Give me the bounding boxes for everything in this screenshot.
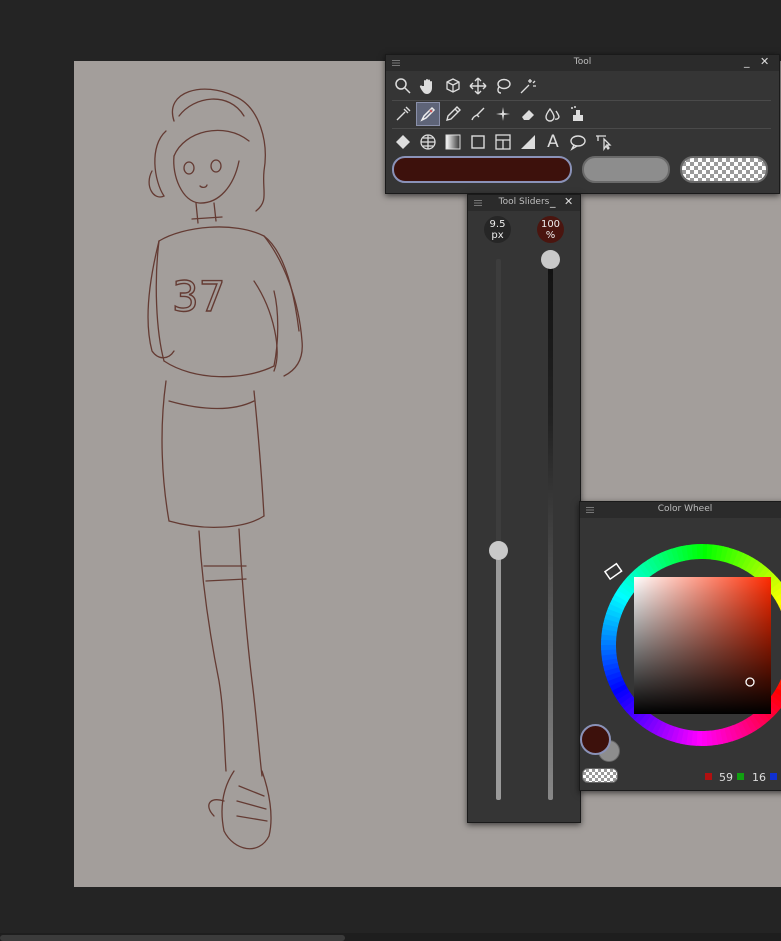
operation-icon[interactable]: [592, 131, 614, 153]
brush-size-slider-thumb[interactable]: [489, 541, 508, 560]
minimize-button[interactable]: _: [744, 56, 750, 68]
tool-sliders-titlebar[interactable]: Tool Sliders _ ✕: [468, 195, 580, 211]
hue-ring-segment: [601, 644, 617, 651]
brush-size-unit: px: [491, 229, 504, 241]
opacity-unit: %: [545, 229, 556, 241]
divider: [392, 128, 771, 129]
close-button[interactable]: ✕: [760, 56, 769, 68]
blend-icon[interactable]: [542, 103, 564, 125]
red-channel-icon: [705, 773, 712, 780]
saturation-value-shade: [634, 577, 771, 714]
minimize-button[interactable]: _: [550, 196, 556, 208]
ruler-icon[interactable]: [517, 131, 539, 153]
transparent-color-indicator[interactable]: [582, 768, 618, 783]
rectangle-icon[interactable]: [467, 131, 489, 153]
green-channel-icon: [737, 773, 744, 780]
magic-wand-icon[interactable]: [517, 75, 539, 97]
hand-icon[interactable]: [417, 75, 439, 97]
zoom-icon[interactable]: [392, 75, 414, 97]
pencil-icon[interactable]: [442, 103, 464, 125]
tool-palette-titlebar[interactable]: Tool _ ✕: [386, 55, 779, 71]
fill-icon[interactable]: [392, 131, 414, 153]
opacity-slider-thumb[interactable]: [541, 250, 560, 269]
opacity-slider-track[interactable]: [548, 259, 553, 800]
green-value: 16: [752, 771, 766, 784]
airbrush-icon[interactable]: [492, 103, 514, 125]
character-sketch: 37: [147, 88, 303, 850]
hue-ring-segment: [701, 730, 708, 746]
color-wheel-title: Color Wheel: [657, 504, 713, 514]
pen-icon[interactable]: [416, 102, 440, 126]
main-color-swatch[interactable]: [392, 156, 572, 183]
horizontal-scrollbar-thumb[interactable]: [0, 935, 345, 941]
brush-size-slider-fill: [496, 550, 501, 800]
red-value: 59: [719, 771, 733, 784]
gradient-icon[interactable]: [442, 131, 464, 153]
brush-size-badge: 9.5 px: [484, 216, 511, 243]
balloon-icon[interactable]: [567, 131, 589, 153]
text-tool-glyph: A: [547, 132, 559, 152]
lasso-icon[interactable]: [492, 75, 514, 97]
color-wheel[interactable]: [580, 520, 781, 770]
divider: [392, 100, 771, 101]
eyedropper-icon[interactable]: [392, 103, 414, 125]
hue-ring-segment: [696, 544, 703, 560]
text-icon[interactable]: A: [542, 131, 564, 153]
frame-icon[interactable]: [492, 131, 514, 153]
tool-palette: Tool _ ✕ A: [385, 54, 780, 194]
color-wheel-titlebar[interactable]: Color Wheel: [580, 502, 781, 518]
hue-picker-cursor[interactable]: [603, 562, 623, 581]
blue-channel-icon: [770, 773, 777, 780]
grid-icon[interactable]: [417, 131, 439, 153]
sketch-number: 37: [172, 272, 225, 321]
brush-icon[interactable]: [467, 103, 489, 125]
tool-palette-title: Tool: [573, 57, 592, 67]
object-icon[interactable]: [442, 75, 464, 97]
main-color-indicator[interactable]: [580, 724, 611, 755]
figure-icon[interactable]: [567, 103, 589, 125]
move-icon[interactable]: [467, 75, 489, 97]
sub-color-swatch[interactable]: [582, 156, 670, 183]
close-button[interactable]: ✕: [564, 196, 573, 208]
tool-sliders-palette: Tool Sliders _ ✕ 9.5 px 100 %: [467, 194, 581, 823]
eraser-icon[interactable]: [517, 103, 539, 125]
transparent-color-swatch[interactable]: [680, 156, 768, 183]
color-wheel-palette: Color Wheel 59 16: [579, 501, 781, 791]
opacity-badge: 100 %: [537, 216, 564, 243]
brush-size-value: 9.5: [489, 218, 506, 230]
opacity-value: 100: [540, 218, 561, 230]
